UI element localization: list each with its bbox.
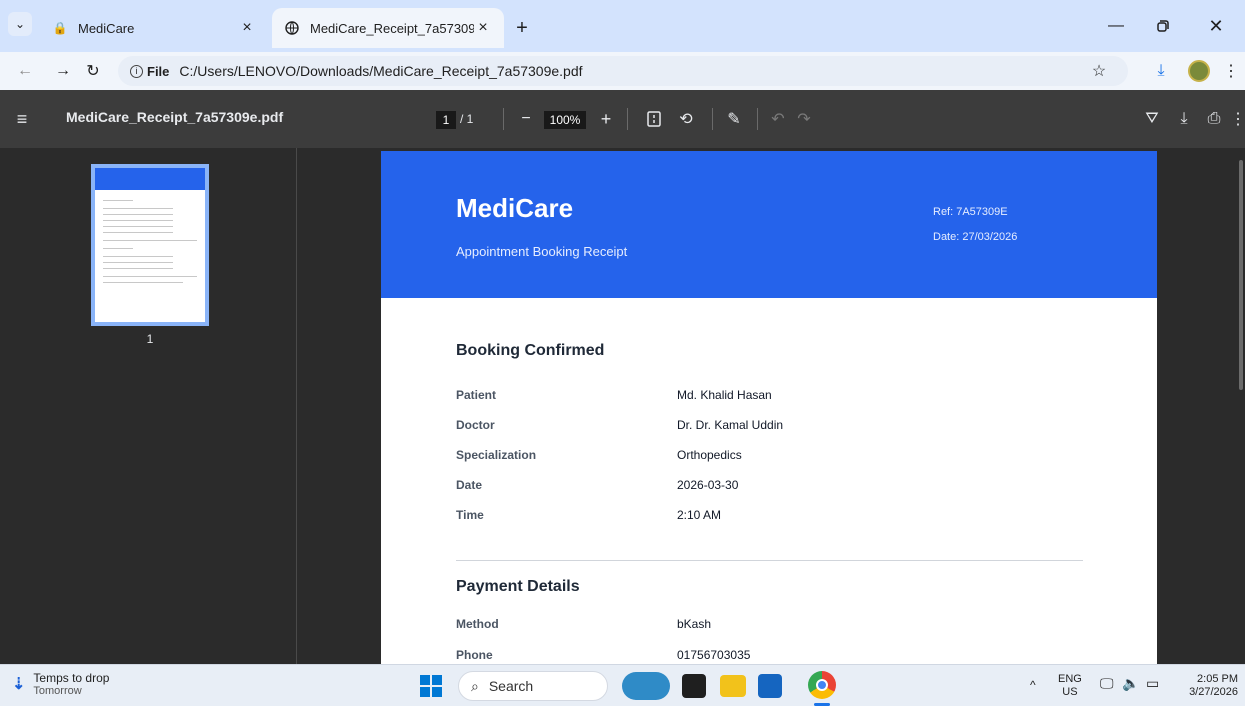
new-tab-button[interactable]: + xyxy=(508,14,536,42)
specialization-value: Orthopedics xyxy=(677,448,742,462)
download-icon[interactable]: ⤓ xyxy=(1148,58,1174,84)
tab-search-dropdown-icon[interactable]: ⌄ xyxy=(8,12,32,36)
toolbar-divider xyxy=(712,108,713,130)
patient-value: Md. Khalid Hasan xyxy=(677,388,772,402)
search-icon: ⌕ xyxy=(471,677,479,694)
annotate-pen-icon[interactable]: ✎ xyxy=(722,107,746,131)
weather-widget[interactable]: ⇣ Temps to drop Tomorrow xyxy=(12,671,109,697)
taskbar-search[interactable]: ⌕ Search xyxy=(458,671,608,701)
date-value: 2026-03-30 xyxy=(677,478,739,492)
thermometer-down-icon: ⇣ xyxy=(12,676,26,693)
pdf-viewer: MediCare Appointment Booking Receipt Ref… xyxy=(298,148,1245,664)
restore-icon[interactable] xyxy=(1145,12,1181,40)
bookmark-star-icon[interactable]: ☆ xyxy=(1086,58,1112,84)
pdf-filename: MediCare_Receipt_7a57309e.pdf xyxy=(66,109,284,125)
search-label: Search xyxy=(488,678,534,694)
print-icon[interactable]: ⎙ xyxy=(1202,107,1226,131)
volume-icon[interactable]: 🔈 xyxy=(1122,676,1139,690)
toolbar-divider xyxy=(757,108,758,130)
page-thumbnail[interactable] xyxy=(91,164,209,326)
system-clock[interactable]: 2:05 PM 3/27/2026 xyxy=(1184,673,1238,699)
receipt-subtitle: Appointment Booking Receipt xyxy=(456,244,628,259)
navigation-bar: ← → ↻ i File C:/Users/LENOVO/Downloads/Me… xyxy=(0,52,1245,90)
time-label: Time xyxy=(456,508,484,522)
method-label: Method xyxy=(456,617,499,631)
tab-medicare-receipt-pdf[interactable]: MediCare_Receipt_7a57309e.pdf × xyxy=(272,8,504,48)
page-number-input[interactable]: 1 xyxy=(436,111,456,129)
receipt-ref: Ref: 7A57309E xyxy=(933,206,1008,218)
address-bar[interactable]: i File C:/Users/LENOVO/Downloads/MediCare… xyxy=(118,56,1128,86)
zoom-out-icon[interactable]: − xyxy=(514,107,538,131)
receipt-header: MediCare Appointment Booking Receipt Ref… xyxy=(381,151,1157,298)
fit-page-icon[interactable] xyxy=(642,107,666,131)
battery-icon[interactable]: ▭ xyxy=(1146,676,1159,690)
booking-heading: Booking Confirmed xyxy=(456,342,605,359)
close-tab-icon[interactable]: × xyxy=(474,19,492,37)
tab-title: MediCare xyxy=(78,20,135,36)
thumbnail-page-number: 1 xyxy=(146,332,154,346)
file-explorer-icon[interactable] xyxy=(720,675,746,697)
pdf-download-icon[interactable]: ⤓ xyxy=(1172,107,1196,131)
tab-title: MediCare_Receipt_7a57309e.pdf xyxy=(310,20,474,36)
minimize-icon[interactable]: — xyxy=(1098,12,1134,40)
phone-value: 01756703035 xyxy=(677,648,751,662)
time-value: 2:10 AM xyxy=(677,508,722,522)
zoom-level-input[interactable]: 100% xyxy=(544,111,586,129)
redo-icon[interactable]: ↷ xyxy=(792,107,816,131)
task-view-icon[interactable] xyxy=(682,674,706,698)
chrome-icon[interactable] xyxy=(808,671,836,699)
tab-medicare[interactable]: 🔒 MediCare × xyxy=(40,8,268,48)
date-label: Date xyxy=(456,478,483,492)
doctor-label: Doctor xyxy=(456,418,495,432)
brand-title: MediCare xyxy=(456,193,574,223)
reload-icon[interactable]: ↻ xyxy=(80,58,106,84)
widgets-app-icon[interactable] xyxy=(622,672,670,700)
thumbnail-sidebar: 1 xyxy=(0,148,297,664)
browser-tab-strip: ⌄ 🔒 MediCare × MediCare_Receipt_7a57309e… xyxy=(0,0,1245,52)
vertical-scrollbar[interactable] xyxy=(1239,160,1243,390)
hamburger-menu-icon[interactable]: ≡ xyxy=(10,107,34,131)
payment-heading: Payment Details xyxy=(456,578,580,595)
patient-label: Patient xyxy=(456,388,497,402)
language-indicator[interactable]: ENG US xyxy=(1058,673,1082,699)
method-value: bKash xyxy=(677,617,712,631)
close-window-icon[interactable]: ✕ xyxy=(1198,12,1234,40)
specialization-label: Specialization xyxy=(456,448,537,462)
pdf-page: MediCare Appointment Booking Receipt Ref… xyxy=(381,151,1157,664)
more-options-icon[interactable]: ⋮ xyxy=(1226,107,1245,131)
receipt-date: Date: 27/03/2026 xyxy=(933,231,1018,243)
toolbar-divider xyxy=(503,108,504,130)
tray-overflow-icon[interactable]: ^ xyxy=(1030,679,1036,692)
weather-title: Temps to drop xyxy=(33,671,110,685)
microsoft-store-icon[interactable] xyxy=(758,674,782,698)
globe-icon xyxy=(284,20,300,36)
drive-save-icon[interactable]: ⛛ xyxy=(1140,107,1164,131)
page-total: / 1 xyxy=(460,112,474,126)
lock-icon: 🔒 xyxy=(52,21,68,35)
forward-icon[interactable]: → xyxy=(50,58,76,84)
profile-avatar[interactable] xyxy=(1188,60,1210,82)
close-tab-icon[interactable]: × xyxy=(238,19,256,37)
undo-icon[interactable]: ↶ xyxy=(766,107,790,131)
zoom-in-icon[interactable]: + xyxy=(594,107,618,131)
menu-kebab-icon[interactable]: ⋮ xyxy=(1218,58,1244,84)
windows-start-icon[interactable] xyxy=(420,675,442,697)
network-icon[interactable]: 🖵 xyxy=(1100,676,1114,690)
phone-label: Phone xyxy=(456,648,493,662)
site-info-chip[interactable]: i File xyxy=(130,64,169,79)
weather-subtitle: Tomorrow xyxy=(33,685,82,697)
toolbar-divider xyxy=(627,108,628,130)
doctor-value: Dr. Dr. Kamal Uddin xyxy=(677,418,784,432)
back-icon[interactable]: ← xyxy=(12,58,38,84)
windows-taskbar: ⇣ Temps to drop Tomorrow ⌕ Search ^ ENG … xyxy=(0,664,1245,706)
section-divider xyxy=(456,560,1083,561)
info-icon: i xyxy=(130,64,143,78)
pdf-toolbar: ≡ MediCare_Receipt_7a57309e.pdf 1 / 1 − … xyxy=(0,90,1245,148)
rotate-icon[interactable]: ⟲ xyxy=(674,107,698,131)
url-text: C:/Users/LENOVO/Downloads/MediCare_Recei… xyxy=(179,63,583,79)
